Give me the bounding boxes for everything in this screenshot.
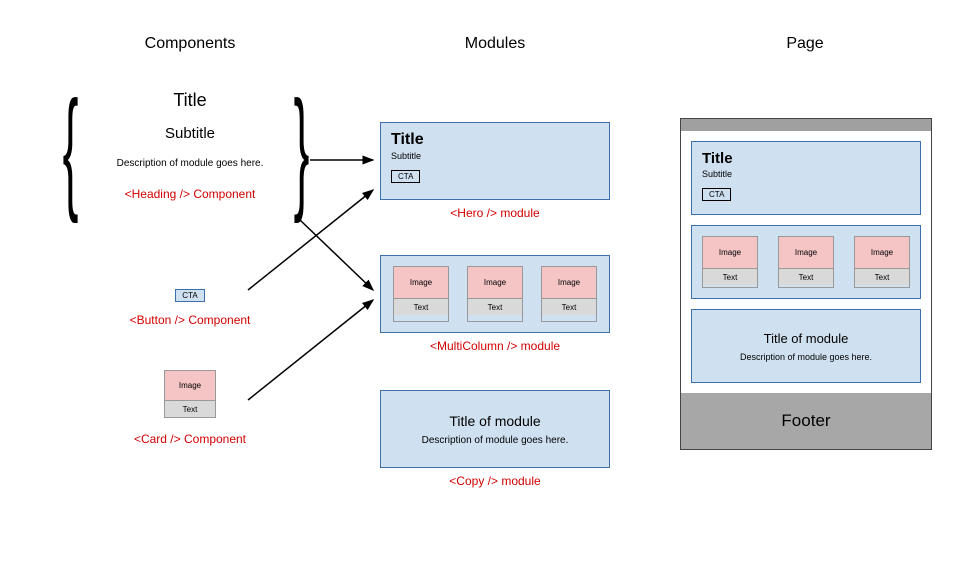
card-text: Text: [703, 269, 757, 285]
copy-description: Description of module goes here.: [422, 435, 569, 446]
page-frame: Title Subtitle CTA Image Text Image Text…: [680, 118, 932, 450]
card-text: Text: [542, 299, 596, 315]
card-component: Image Text <Card /> Component: [120, 370, 260, 446]
page-copy-description: Description of module goes here.: [740, 352, 872, 362]
copy-title: Title of module: [449, 413, 540, 429]
page-hero-subtitle: Subtitle: [702, 169, 910, 179]
multi-card-2: Image Text: [541, 266, 597, 322]
page-hero: Title Subtitle CTA: [691, 141, 921, 215]
hero-module-label: <Hero /> module: [380, 206, 610, 220]
components-header: Components: [90, 35, 290, 53]
multi-card-1: Image Text: [467, 266, 523, 322]
card-image: Image: [855, 237, 909, 269]
button-component: CTA <Button /> Component: [120, 285, 260, 327]
card-chip: Image Text: [164, 370, 216, 418]
card-component-label: <Card /> Component: [120, 432, 260, 446]
heading-component-label: <Heading /> Component: [100, 187, 280, 201]
multicolumn-module-label: <MultiColumn /> module: [380, 339, 610, 353]
page-card-0: Image Text: [702, 236, 758, 288]
page-topbar: [681, 119, 931, 131]
page-copy-title: Title of module: [764, 331, 849, 346]
hero-cta: CTA: [391, 170, 420, 183]
card-text: Text: [394, 299, 448, 315]
brace-right-icon: }: [294, 85, 310, 213]
modules-header: Modules: [395, 35, 595, 53]
page-card-1: Image Text: [778, 236, 834, 288]
card-text: Text: [855, 269, 909, 285]
card-image: Image: [779, 237, 833, 269]
card-image: Image: [394, 267, 448, 299]
card-image: Image: [703, 237, 757, 269]
multi-card-0: Image Text: [393, 266, 449, 322]
copy-module-label: <Copy /> module: [380, 474, 610, 488]
card-text: Text: [165, 401, 215, 417]
page-copy: Title of module Description of module go…: [691, 309, 921, 383]
page-footer: Footer: [681, 393, 931, 449]
heading-subtitle: Subtitle: [100, 125, 280, 142]
copy-module: Title of module Description of module go…: [380, 390, 610, 468]
heading-description: Description of module goes here.: [100, 158, 280, 169]
page-body: Title Subtitle CTA Image Text Image Text…: [681, 131, 931, 393]
hero-module: Title Subtitle CTA: [380, 122, 610, 200]
brace-left-icon: {: [63, 85, 79, 213]
card-text: Text: [468, 299, 522, 315]
page-hero-cta: CTA: [702, 188, 731, 201]
page-hero-title: Title: [702, 150, 910, 167]
card-text: Text: [779, 269, 833, 285]
multicolumn-module: Image Text Image Text Image Text: [380, 255, 610, 333]
card-image: Image: [468, 267, 522, 299]
heading-title: Title: [100, 90, 280, 111]
hero-title: Title: [391, 131, 599, 149]
page-multicolumn: Image Text Image Text Image Text: [691, 225, 921, 299]
card-image: Image: [542, 267, 596, 299]
hero-subtitle: Subtitle: [391, 151, 599, 161]
card-image: Image: [165, 371, 215, 401]
cta-chip: CTA: [175, 289, 204, 302]
button-component-label: <Button /> Component: [120, 313, 260, 327]
page-header: Page: [705, 35, 905, 53]
heading-component: Title Subtitle Description of module goe…: [100, 90, 280, 201]
page-card-2: Image Text: [854, 236, 910, 288]
